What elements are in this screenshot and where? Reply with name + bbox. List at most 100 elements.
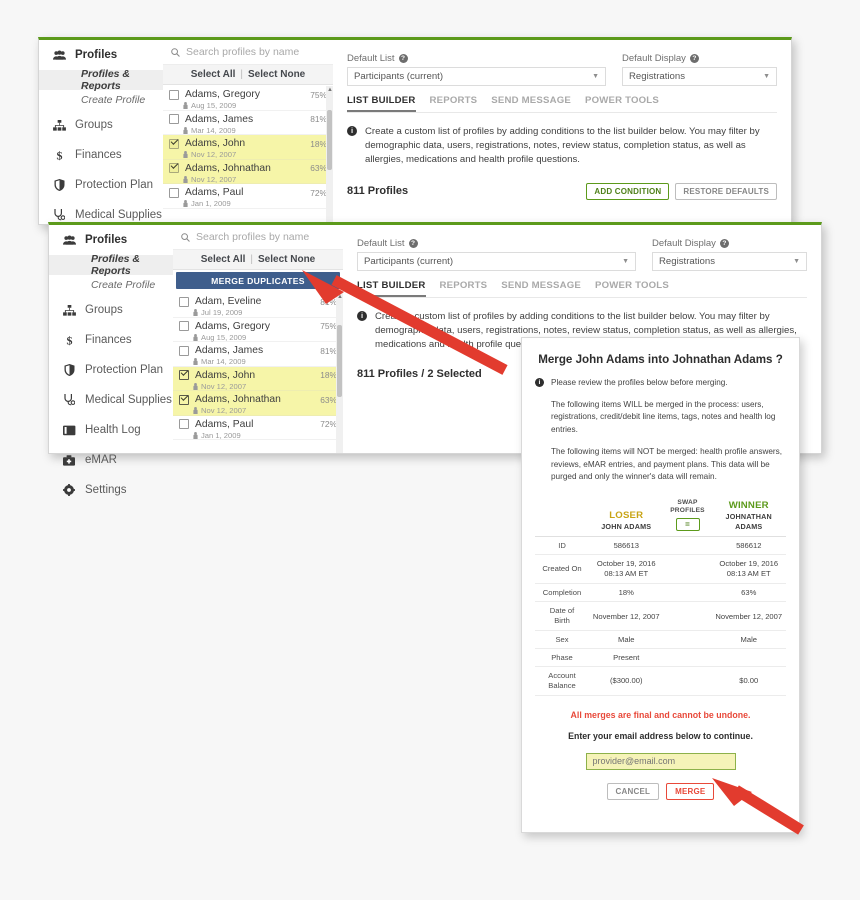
- profiles-window-background: Profiles Profiles & Reports Create Profi…: [38, 37, 792, 251]
- w1-select-all[interactable]: Select All: [191, 69, 236, 80]
- w2-sidebar-item-emar[interactable]: eMAR: [49, 445, 173, 475]
- row-winner-value: 586612: [711, 536, 786, 555]
- search-icon: [181, 232, 190, 242]
- row-winner-value: $0.00: [711, 666, 786, 696]
- row-checkbox[interactable]: [179, 321, 189, 331]
- row-checkbox[interactable]: [179, 419, 189, 429]
- row-checkbox[interactable]: [179, 345, 189, 356]
- row-checkbox[interactable]: [179, 370, 189, 380]
- w2-sidebar-item-protection-plan[interactable]: Protection Plan: [49, 355, 173, 385]
- w2-sidebar-subitem-profiles-reports[interactable]: Profiles & Reports: [49, 253, 173, 277]
- list-item[interactable]: Adams, Paul 72% Jan 1, 2009: [173, 416, 343, 440]
- tab-power-tools[interactable]: POWER TOOLS: [595, 280, 669, 297]
- scroll-thumb[interactable]: [337, 325, 342, 397]
- restore-defaults-button[interactable]: RESTORE DEFAULTS: [675, 182, 777, 200]
- help-icon[interactable]: ?: [719, 239, 729, 248]
- w1-profile-count: 811 Profiles: [347, 185, 409, 198]
- w1-select-none[interactable]: Select None: [248, 69, 305, 80]
- list-item[interactable]: Adams, John 18% Nov 12, 2007: [173, 366, 343, 391]
- row-checkbox[interactable]: [179, 394, 189, 405]
- w1-select-sep: |: [240, 69, 243, 80]
- w1-sub-label-0: Profiles & Reports: [81, 68, 131, 92]
- list-item[interactable]: Adams, Gregory 75% Aug 15, 2009: [173, 318, 343, 342]
- w1-sidebar-label-groups: Groups: [75, 119, 113, 131]
- help-icon[interactable]: ?: [408, 239, 418, 248]
- list-item[interactable]: Adams, James 81% Mar 14, 2009: [173, 342, 343, 367]
- person-icon: [183, 175, 188, 183]
- list-item[interactable]: Adams, James 81% Mar 14, 2009: [163, 111, 333, 135]
- list-item[interactable]: Adams, Johnathan 63% Nov 12, 2007: [163, 159, 333, 184]
- merge-button[interactable]: MERGE: [666, 782, 715, 800]
- dollar-icon: $: [60, 334, 78, 346]
- help-icon[interactable]: ?: [689, 54, 699, 63]
- tab-list-builder[interactable]: LIST BUILDER: [347, 95, 416, 112]
- w2-sidebar-item-groups[interactable]: Groups: [49, 295, 173, 325]
- w1-default-display-select[interactable]: Registrations ▼: [622, 67, 777, 86]
- merge-duplicates-button[interactable]: MERGE DUPLICATES: [176, 272, 340, 289]
- row-spacer: [663, 583, 712, 603]
- row-loser-value: November 12, 2007: [589, 601, 664, 631]
- cancel-button[interactable]: CANCEL: [606, 782, 660, 800]
- w1-sidebar-item-groups[interactable]: Groups: [39, 110, 163, 140]
- email-field[interactable]: [585, 752, 736, 770]
- w2-sidebar-subitem-create-profile[interactable]: Create Profile: [49, 275, 173, 295]
- w1-list-scrollbar[interactable]: ▲: [326, 86, 333, 224]
- row-completion: 18%: [320, 370, 337, 380]
- add-condition-button[interactable]: ADD CONDITION: [586, 182, 670, 200]
- help-icon[interactable]: ?: [398, 54, 408, 63]
- row-checkbox[interactable]: [169, 89, 179, 100]
- row-checkbox[interactable]: [169, 138, 179, 149]
- tab-reports[interactable]: REPORTS: [430, 95, 478, 112]
- tab-send-message[interactable]: SEND MESSAGE: [501, 280, 581, 297]
- list-item[interactable]: Adam, Eveline 81% Jul 19, 2009: [173, 293, 343, 318]
- scroll-thumb[interactable]: [327, 110, 332, 170]
- tab-power-tools[interactable]: POWER TOOLS: [585, 95, 659, 112]
- w1-default-list-select[interactable]: Participants (current) ▼: [347, 67, 606, 86]
- tab-list-builder[interactable]: LIST BUILDER: [357, 280, 426, 297]
- w2-sidebar-item-medical-supplies[interactable]: Medical Supplies: [49, 385, 173, 415]
- row-checkbox[interactable]: [169, 187, 179, 198]
- person-icon: [183, 126, 188, 134]
- tab-send-message[interactable]: SEND MESSAGE: [491, 95, 571, 112]
- shield-icon: [50, 179, 68, 191]
- row-spacer: [663, 601, 712, 631]
- row-completion: 72%: [310, 187, 327, 198]
- row-name: Adam, Eveline: [195, 296, 262, 307]
- w2-default-list-select[interactable]: Participants (current) ▼: [357, 252, 636, 271]
- book-icon: [60, 425, 78, 436]
- w1-sidebar-subitem-create-profile[interactable]: Create Profile: [39, 90, 163, 110]
- tab-reports[interactable]: REPORTS: [440, 280, 488, 297]
- w1-search-row[interactable]: Search profiles by name: [163, 40, 333, 65]
- people-icon: [60, 234, 78, 246]
- row-checkbox[interactable]: [169, 163, 179, 173]
- row-checkbox[interactable]: [179, 296, 189, 307]
- w1-sidebar-item-protection-plan[interactable]: Protection Plan: [39, 170, 163, 200]
- w2-select-all[interactable]: Select All: [201, 254, 246, 265]
- w1-sub-label-1: Create Profile: [81, 94, 146, 106]
- w1-sidebar-item-profiles[interactable]: Profiles: [39, 40, 163, 70]
- row-name: Adams, Gregory: [195, 320, 270, 332]
- row-checkbox[interactable]: [169, 114, 179, 124]
- w2-default-display-select[interactable]: Registrations ▼: [652, 252, 807, 271]
- w1-sidebar-item-finances[interactable]: $ Finances: [39, 140, 163, 170]
- list-item[interactable]: Adams, John 18% Nov 12, 2007: [163, 135, 333, 160]
- w2-list-scrollbar[interactable]: ▲: [336, 293, 343, 453]
- w2-search-row[interactable]: Search profiles by name: [173, 225, 343, 250]
- w1-search-placeholder: Search profiles by name: [186, 46, 300, 58]
- table-row: Phase Present: [535, 648, 786, 667]
- swap-profiles-button[interactable]: =: [675, 517, 700, 531]
- w1-count-row: 811 Profiles ADD CONDITION RESTORE DEFAU…: [347, 182, 777, 200]
- w2-sidebar-item-settings[interactable]: Settings: [49, 475, 173, 505]
- w2-sidebar-item-profiles[interactable]: Profiles: [49, 225, 173, 255]
- w1-select-row: Select All | Select None: [163, 65, 333, 85]
- info-icon: i: [347, 126, 357, 136]
- list-item[interactable]: Adams, Gregory 75% Aug 15, 2009: [163, 86, 333, 111]
- w2-sidebar-item-finances[interactable]: $ Finances: [49, 325, 173, 355]
- w1-sidebar-subitem-profiles-reports[interactable]: Profiles & Reports: [39, 68, 163, 92]
- list-item[interactable]: Adams, Paul 72% Jan 1, 2009: [163, 184, 333, 209]
- w2-sidebar-item-health-log[interactable]: Health Log: [49, 415, 173, 445]
- list-item[interactable]: Adams, Johnathan 63% Nov 12, 2007: [173, 391, 343, 416]
- w2-select-none[interactable]: Select None: [258, 254, 315, 265]
- stethoscope-icon: [60, 394, 78, 406]
- row-name: Adams, Paul: [185, 187, 244, 198]
